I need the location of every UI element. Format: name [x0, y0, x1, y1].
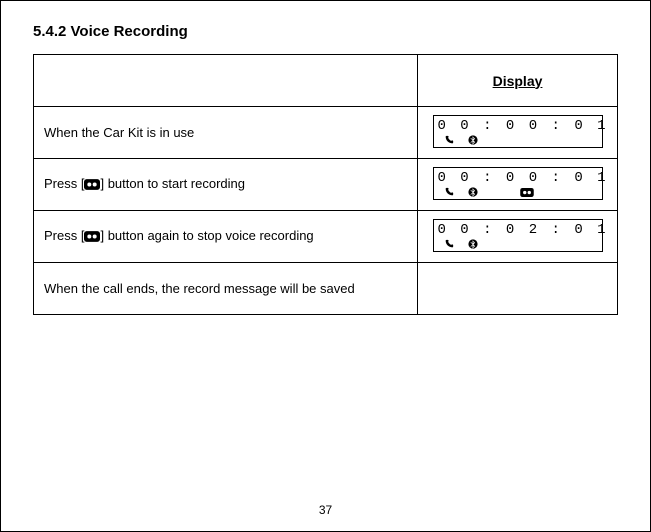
phone-icon [444, 135, 454, 145]
table-row: Press [ ] button to start recording 0 0 :… [34, 159, 618, 211]
table-row: When the Car Kit is in use 0 0 : 0 0 : 0… [34, 107, 618, 159]
instruction-text-pre: Press [ [44, 228, 84, 243]
instruction-cell: When the call ends, the record message w… [34, 263, 418, 315]
phone-icon [444, 239, 454, 249]
record-button-icon [84, 177, 100, 195]
display-cell: 0 0 : 0 2 : 0 1 [418, 211, 618, 263]
bluetooth-icon [468, 239, 478, 249]
display-cell: 0 0 : 0 0 : 0 1 [418, 107, 618, 159]
instruction-text-pre: Press [ [44, 176, 84, 191]
section-heading: 5.4.2 Voice Recording [33, 23, 618, 40]
table-header-blank [34, 55, 418, 107]
bluetooth-icon [468, 135, 478, 145]
instruction-text-post: ] button to start recording [100, 176, 245, 191]
page-number: 37 [1, 503, 650, 517]
instruction-text-post: ] button again to stop voice recording [100, 228, 313, 243]
phone-icon [444, 187, 454, 197]
voice-recording-table: Display When the Car Kit is in use 0 0 :… [33, 54, 618, 315]
display-cell [418, 263, 618, 315]
instruction-text: When the call ends, the record message w… [44, 281, 355, 296]
lcd-time: 0 0 : 0 0 : 0 1 [438, 170, 598, 186]
table-header-display: Display [418, 55, 618, 107]
record-button-icon [84, 229, 100, 247]
lcd-display: 0 0 : 0 0 : 0 1 [433, 115, 603, 148]
record-icon [520, 188, 534, 197]
table-row: Press [ ] button again to stop voice reco… [34, 211, 618, 263]
lcd-display: 0 0 : 0 0 : 0 1 [433, 167, 603, 200]
lcd-display: 0 0 : 0 2 : 0 1 [433, 219, 603, 252]
table-row: When the call ends, the record message w… [34, 263, 618, 315]
lcd-time: 0 0 : 0 2 : 0 1 [438, 222, 598, 238]
bluetooth-icon [468, 187, 478, 197]
instruction-text: When the Car Kit is in use [44, 125, 194, 140]
display-cell: 0 0 : 0 0 : 0 1 [418, 159, 618, 211]
instruction-cell: Press [ ] button again to stop voice reco… [34, 211, 418, 263]
instruction-cell: When the Car Kit is in use [34, 107, 418, 159]
instruction-cell: Press [ ] button to start recording [34, 159, 418, 211]
lcd-time: 0 0 : 0 0 : 0 1 [438, 118, 598, 134]
